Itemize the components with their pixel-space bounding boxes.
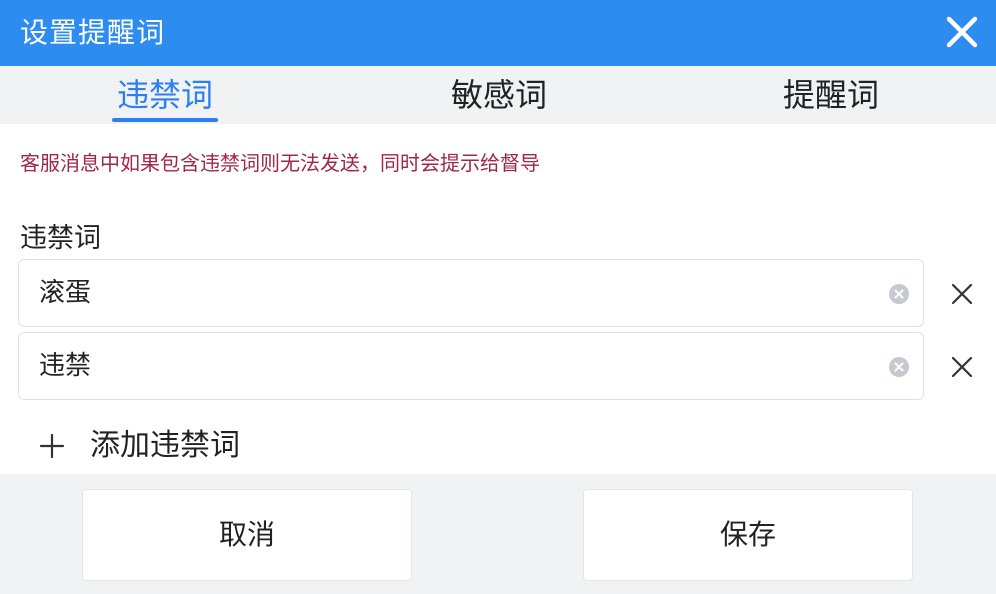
section-label: 违禁词	[20, 223, 101, 254]
remove-word-icon[interactable]	[950, 282, 974, 306]
remove-word-icon[interactable]	[950, 355, 974, 379]
dialog-footer: 取消 保存	[0, 474, 996, 594]
word-field-row: 违禁	[18, 332, 924, 400]
clear-input-icon[interactable]	[889, 284, 909, 304]
save-button[interactable]: 保存	[583, 489, 913, 581]
tab-reminder-words[interactable]: 提醒词	[778, 66, 884, 124]
plus-icon	[39, 433, 65, 459]
tab-sensitive-words[interactable]: 敏感词	[446, 66, 552, 124]
banned-word-input[interactable]: 滚蛋	[39, 260, 91, 326]
tab-banned-words[interactable]: 违禁词	[112, 66, 218, 124]
add-banned-word-label: 添加违禁词	[90, 428, 240, 463]
dialog-title: 设置提醒词	[20, 16, 166, 49]
tab-bar: 违禁词 敏感词 提醒词	[0, 66, 996, 124]
remind-words-dialog: 设置提醒词 违禁词 敏感词 提醒词 客服消息中如果包含违禁词则无法发送，同时会提…	[0, 0, 996, 594]
cancel-button[interactable]: 取消	[82, 489, 412, 581]
active-tab-indicator	[112, 118, 218, 122]
word-field-row: 滚蛋	[18, 259, 924, 327]
banned-words-hint: 客服消息中如果包含违禁词则无法发送，同时会提示给督导	[20, 151, 540, 175]
clear-input-icon[interactable]	[889, 357, 909, 377]
close-icon[interactable]	[944, 14, 980, 50]
banned-word-input[interactable]: 违禁	[39, 333, 91, 399]
title-bar: 设置提醒词	[0, 0, 996, 66]
